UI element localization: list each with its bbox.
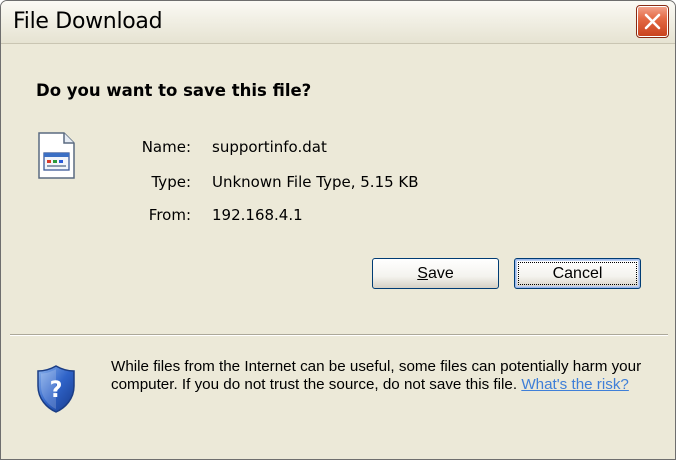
- name-label: Name:: [141, 138, 191, 156]
- svg-text:?: ?: [50, 378, 63, 403]
- title-bar[interactable]: File Download: [1, 1, 675, 44]
- from-label: From:: [148, 206, 191, 224]
- type-label: Type:: [151, 173, 191, 191]
- window-title: File Download: [13, 9, 163, 34]
- security-shield-icon: ?: [37, 365, 75, 413]
- from-value: 192.168.4.1: [212, 206, 303, 224]
- divider-highlight: [10, 335, 668, 336]
- dialog-body: [1, 44, 675, 459]
- focus-indicator: [518, 262, 637, 285]
- whats-the-risk-link[interactable]: What's the risk?: [521, 376, 629, 393]
- cancel-button[interactable]: Cancel: [514, 258, 641, 289]
- file-download-dialog: File Download Do you want to save this f…: [0, 0, 676, 460]
- save-button[interactable]: Save: [372, 258, 499, 289]
- close-icon: [644, 13, 661, 30]
- save-accelerator-key: S: [417, 265, 428, 282]
- security-warning: While files from the Internet can be use…: [111, 358, 651, 394]
- type-value: Unknown File Type, 5.15 KB: [212, 173, 419, 191]
- name-value: supportinfo.dat: [212, 138, 327, 156]
- save-button-label: ave: [427, 265, 454, 282]
- save-question: Do you want to save this file?: [36, 81, 312, 100]
- close-button[interactable]: [636, 5, 669, 38]
